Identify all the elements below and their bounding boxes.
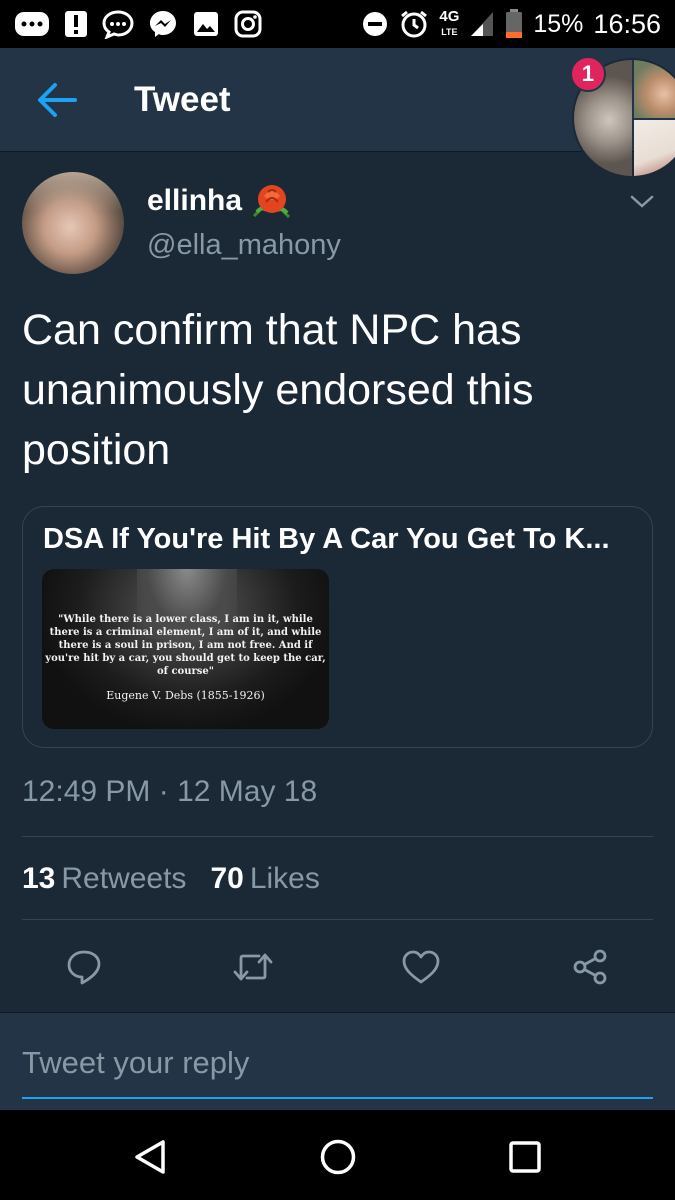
clock: 16:56	[593, 8, 661, 39]
card-image-attribution: Eugene V. Debs (1855-1926)	[106, 689, 265, 702]
tweet-text: Can confirm that NPC has unanimously end…	[22, 306, 534, 474]
retweet-button[interactable]	[226, 940, 280, 994]
more-icon	[15, 12, 49, 36]
card-title: DSA If You're Hit By A Car You Get To K.…	[43, 523, 610, 555]
divider	[22, 919, 653, 920]
dnd-icon	[363, 12, 388, 36]
messenger-icon	[150, 11, 176, 37]
rose-icon	[252, 185, 291, 219]
nav-back-button[interactable]	[123, 1130, 177, 1184]
card-image-quote: "While there is a lower class, I am in i…	[45, 614, 326, 677]
battery-icon	[506, 9, 523, 38]
reply-button[interactable]	[57, 940, 111, 994]
card-image[interactable]: "While there is a lower class, I am in i…	[42, 569, 329, 729]
tweet-stats: 13 Retweets 70 Likes	[22, 862, 320, 896]
chevron-down-icon	[630, 195, 654, 208]
status-bar: 4G LTE 15% 16:56	[0, 0, 675, 48]
triangle-back-icon	[135, 1140, 165, 1174]
page-title: Tweet	[134, 79, 231, 119]
reply-composer	[0, 1012, 675, 1110]
divider	[22, 836, 653, 837]
retweet-icon	[233, 953, 273, 981]
signal-icon	[471, 12, 494, 36]
reply-icon	[67, 950, 101, 985]
avatar[interactable]	[22, 172, 124, 274]
circle-home-icon	[320, 1139, 356, 1175]
retweets-stat[interactable]: 13 Retweets	[22, 862, 186, 896]
like-button[interactable]	[394, 940, 448, 994]
share-icon	[573, 949, 607, 985]
alert-icon	[65, 11, 87, 37]
notification-badge: 1	[570, 56, 606, 92]
nav-recents-button[interactable]	[498, 1130, 552, 1184]
system-nav-bar	[0, 1110, 675, 1200]
tweet-options-button[interactable]	[622, 184, 662, 220]
chat-head-photo	[634, 60, 675, 118]
battery-percent: 15%	[533, 9, 584, 38]
action-bar	[0, 940, 675, 994]
back-arrow-icon	[38, 82, 77, 117]
reply-input[interactable]	[22, 1043, 653, 1099]
chat-bubble-icon	[102, 10, 134, 39]
heart-icon	[402, 950, 440, 984]
instagram-icon	[234, 10, 262, 38]
nav-home-button[interactable]	[311, 1130, 365, 1184]
network-indicator: 4G LTE	[439, 7, 460, 37]
link-card[interactable]: DSA If You're Hit By A Car You Get To K.…	[22, 506, 653, 748]
display-name[interactable]: ellinha	[147, 182, 292, 220]
share-button[interactable]	[563, 940, 617, 994]
square-recents-icon	[509, 1141, 541, 1173]
likes-stat[interactable]: 70 Likes	[210, 862, 319, 896]
tweet-timestamp: 12:49 PM · 12 May 18	[22, 775, 318, 808]
alarm-icon	[401, 10, 428, 38]
chat-head-photo	[634, 120, 675, 176]
user-handle[interactable]: @ella_mahony	[147, 229, 341, 262]
image-icon	[194, 12, 218, 36]
back-button[interactable]	[22, 65, 92, 135]
